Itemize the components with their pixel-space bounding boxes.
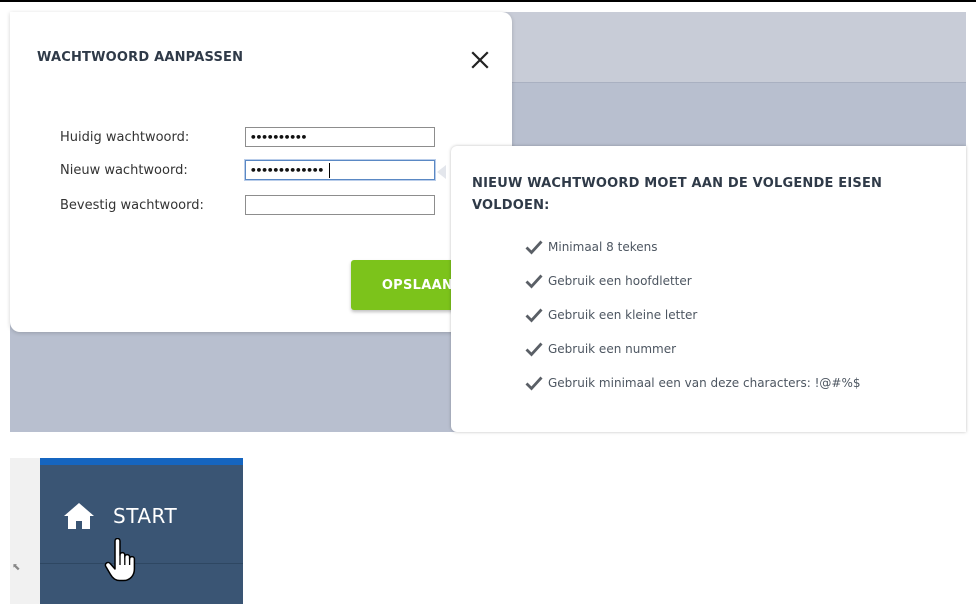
current-password-label: Huidig wachtwoord: [60,130,190,145]
top-border-line [0,0,976,2]
checkmark-icon [525,308,543,323]
requirement-text: Gebruik een hoofdletter [548,274,692,288]
checkmark-icon [525,342,543,357]
checkmark-icon [525,376,543,391]
navigation-top-bar [40,458,243,465]
page-edge-strip [10,458,40,604]
nav-item-start[interactable]: START [63,496,177,536]
scroll-arrow-icon: ⬉ [12,562,21,573]
nav-item-label: START [113,504,178,528]
navigation-divider [40,563,243,564]
requirement-item: Gebruik een nummer [525,340,676,358]
checkmark-icon [525,274,543,289]
requirement-text: Gebruik minimaal een van deze characters… [548,376,861,390]
confirm-password-label: Bevestig wachtwoord: [60,198,204,213]
confirm-password-field[interactable] [245,195,435,215]
password-requirements-popover: NIEUW WACHTWOORD MOET AAN DE VOLGENDE EI… [451,146,966,432]
checkmark-icon [525,240,543,255]
close-button[interactable] [468,48,492,72]
requirements-title: NIEUW WACHTWOORD MOET AAN DE VOLGENDE EI… [472,176,883,213]
hand-cursor-icon [104,538,136,582]
requirement-item: Gebruik minimaal een van deze characters… [525,374,860,392]
requirement-text: Gebruik een nummer [548,342,677,356]
requirement-item: Minimaal 8 tekens [525,238,657,256]
close-icon [471,51,489,69]
home-icon [64,503,94,529]
popover-pointer [437,165,446,179]
requirement-item: Gebruik een kleine letter [525,306,697,324]
current-password-field[interactable] [245,127,435,147]
new-password-field[interactable] [245,160,435,180]
requirement-text: Gebruik een kleine letter [548,308,698,322]
requirement-text: Minimaal 8 tekens [548,240,658,254]
dialog-title: WACHTWOORD AANPASSEN [37,50,244,65]
requirement-item: Gebruik een hoofdletter [525,272,692,290]
new-password-label: Nieuw wachtwoord: [60,163,188,178]
text-caret [329,163,330,178]
